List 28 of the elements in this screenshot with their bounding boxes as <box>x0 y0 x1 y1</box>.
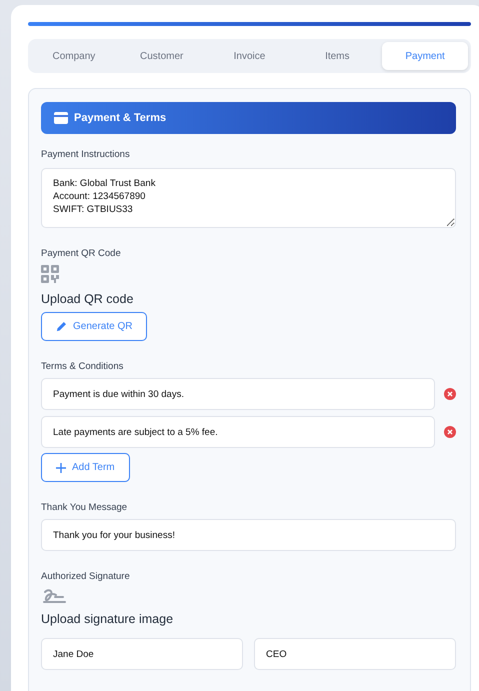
field-label: Payment Instructions <box>41 149 130 160</box>
generate-qr-button[interactable]: Generate QR <box>41 312 148 341</box>
remove-icon[interactable] <box>444 388 456 400</box>
upload-text: Upload signature image <box>41 612 174 626</box>
term-field[interactable]: Payment is due within 30 days. <box>41 378 435 410</box>
tab[interactable]: Payment <box>382 42 468 70</box>
signature-icon <box>41 588 67 603</box>
credit-card-icon <box>54 112 68 124</box>
remove-icon[interactable] <box>444 426 456 438</box>
plus-icon <box>56 462 66 472</box>
tab[interactable]: Invoice <box>206 42 292 70</box>
thank-you-field[interactable]: Thank you for your business! <box>41 519 456 551</box>
signer-name-field[interactable]: Jane Doe <box>41 638 243 670</box>
field-label: Authorized Signature <box>41 571 130 582</box>
section-title: Payment & Terms <box>74 112 166 124</box>
tab[interactable]: Customer <box>118 42 205 70</box>
upload-text: Upload QR code <box>41 292 134 306</box>
term-field[interactable]: Late payments are subject to a 5% fee. <box>41 416 435 448</box>
field-label: Terms & Conditions <box>41 361 124 372</box>
qr-code-icon <box>41 265 59 283</box>
tab[interactable]: Items <box>294 42 380 70</box>
field-label: Thank You Message <box>41 502 128 513</box>
tab[interactable]: Company <box>31 42 117 70</box>
payment-instructions-field[interactable]: Bank: Global Trust Bank Account: 1234567890 SWIFT: GTBIUS33 <box>41 168 456 228</box>
add-term-button[interactable]: Add Term <box>41 453 130 482</box>
pencil-icon <box>56 321 67 332</box>
field-label: Payment QR Code <box>41 248 121 259</box>
signer-title-field[interactable]: CEO <box>254 638 456 670</box>
